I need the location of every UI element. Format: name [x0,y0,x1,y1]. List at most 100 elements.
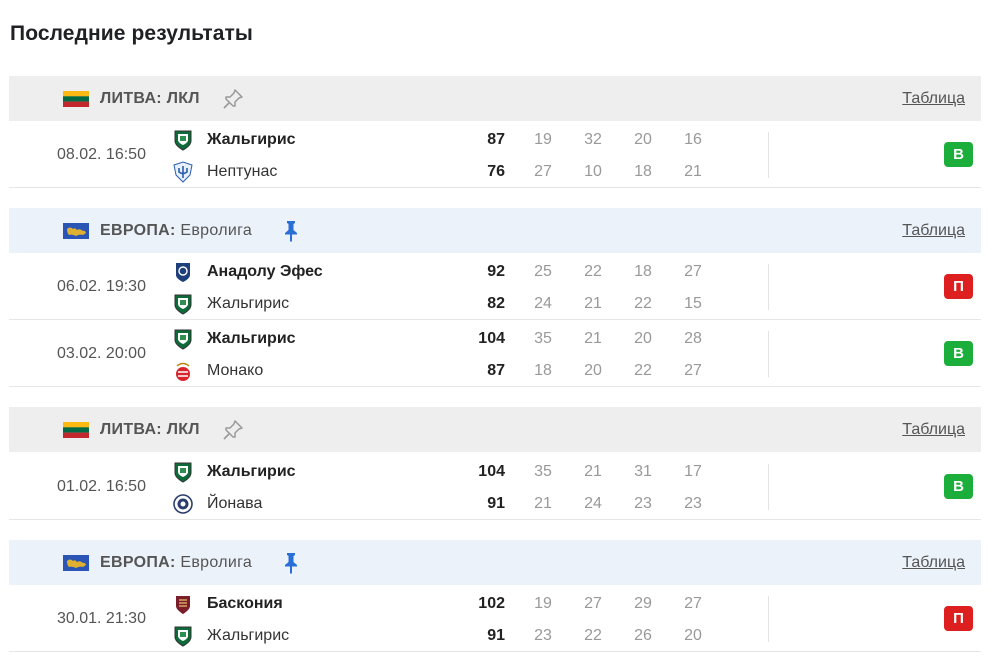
result-badge-win: В [944,341,973,366]
result-badge-loss: П [944,606,973,631]
league-header-lithuania-lkl: ЛИТВА: ЛКЛ Таблица [9,407,981,452]
pin-outline-icon[interactable] [221,86,245,112]
league-header-europe-euroleague: ЕВРОПА: Евролига Таблица [9,208,981,253]
home-score: 102 [478,595,505,612]
away-team: Жальгирис [173,292,289,316]
home-q1: 19 [534,131,552,148]
team-name: Жальгирис [207,330,296,347]
home-q3: 18 [634,263,652,280]
match-date: 08.02. 16:50 [57,146,146,163]
away-q1: 27 [534,163,552,180]
away-q4: 23 [684,495,702,512]
away-team: Йонава [173,492,262,516]
away-q4: 27 [684,362,702,379]
match-row[interactable]: 08.02. 16:50 Жальгирис Нептунас 87 76 19… [9,122,981,188]
home-team: Жальгирис [173,128,296,152]
away-q1: 21 [534,495,552,512]
league-title: Евролига [180,221,253,239]
match-row[interactable]: 30.01. 21:30 Баскония Жальгирис 102 91 1… [9,586,981,652]
league-name[interactable]: ЛИТВА: ЛКЛ [100,421,200,439]
away-q3: 23 [634,495,652,512]
home-q2: 21 [584,463,602,480]
home-q4: 28 [684,330,702,347]
home-team: Жальгирис [173,327,296,351]
divider [768,264,769,310]
team-name: Йонава [207,495,263,512]
home-q3: 20 [634,131,652,148]
home-q1: 25 [534,263,552,280]
pin-filled-icon[interactable] [279,550,303,576]
league-name[interactable]: ЕВРОПА: Евролига [100,554,252,572]
team-name: Жальгирис [207,131,296,148]
standings-table-link[interactable]: Таблица [902,554,965,572]
jonava-logo-icon [173,494,193,514]
match-date: 30.01. 21:30 [57,610,146,627]
match-row[interactable]: 06.02. 19:30 Анадолу Эфес Жальгирис 92 8… [9,254,981,320]
europe-flag-icon [63,222,89,239]
away-q1: 24 [534,295,552,312]
home-score: 104 [478,463,505,480]
away-q4: 21 [684,163,702,180]
away-q4: 20 [684,627,702,644]
divider [768,596,769,642]
away-q1: 23 [534,627,552,644]
away-q3: 22 [634,362,652,379]
away-q3: 26 [634,627,652,644]
away-score: 76 [487,163,505,180]
league-title: ЛКЛ [166,420,200,438]
zalgiris-logo-icon [174,130,192,151]
home-q2: 27 [584,595,602,612]
home-q4: 16 [684,131,702,148]
away-team: Нептунас [173,160,277,184]
home-q2: 21 [584,330,602,347]
page-title: Последние результаты [10,22,253,45]
home-q3: 31 [634,463,652,480]
league-name[interactable]: ЛИТВА: ЛКЛ [100,90,200,108]
neptunas-logo-icon [173,161,193,183]
standings-table-link[interactable]: Таблица [902,421,965,439]
away-score: 82 [487,295,505,312]
pin-filled-icon[interactable] [279,218,303,244]
monaco-logo-icon [176,362,190,381]
away-q2: 24 [584,495,602,512]
league-title: ЛКЛ [166,89,200,107]
anadolu-efes-logo-icon [176,263,190,282]
home-q2: 22 [584,263,602,280]
pin-outline-icon[interactable] [221,417,245,443]
away-score: 91 [487,495,505,512]
zalgiris-logo-icon [174,626,192,647]
team-name: Баскония [207,595,283,612]
away-score: 91 [487,627,505,644]
away-q2: 21 [584,295,602,312]
league-header-europe-euroleague: ЕВРОПА: Евролига Таблица [9,540,981,585]
standings-table-link[interactable]: Таблица [902,222,965,240]
result-badge-win: В [944,474,973,499]
away-q3: 22 [634,295,652,312]
baskonia-logo-icon [176,596,190,614]
home-q1: 19 [534,595,552,612]
zalgiris-logo-icon [174,294,192,315]
standings-table-link[interactable]: Таблица [902,90,965,108]
divider [768,132,769,178]
league-name[interactable]: ЕВРОПА: Евролига [100,222,252,240]
away-q2: 10 [584,163,602,180]
team-name: Жальгирис [207,295,290,312]
match-row[interactable]: 01.02. 16:50 Жальгирис Йонава 104 91 35 … [9,454,981,520]
league-header-lithuania-lkl: ЛИТВА: ЛКЛ Таблица [9,76,981,121]
divider [768,331,769,377]
league-country: ЛИТВА: [100,89,162,107]
result-badge-win: В [944,142,973,167]
home-team: Жальгирис [173,460,296,484]
team-name: Нептунас [207,163,278,180]
league-title: Евролига [180,553,253,571]
away-q4: 15 [684,295,702,312]
home-q1: 35 [534,463,552,480]
match-date: 03.02. 20:00 [57,345,146,362]
away-q3: 18 [634,163,652,180]
team-name: Монако [207,362,264,379]
away-q2: 20 [584,362,602,379]
home-q4: 27 [684,263,702,280]
away-q2: 22 [584,627,602,644]
match-row[interactable]: 03.02. 20:00 Жальгирис Монако 104 87 35 … [9,321,981,387]
league-country: ЛИТВА: [100,420,162,438]
